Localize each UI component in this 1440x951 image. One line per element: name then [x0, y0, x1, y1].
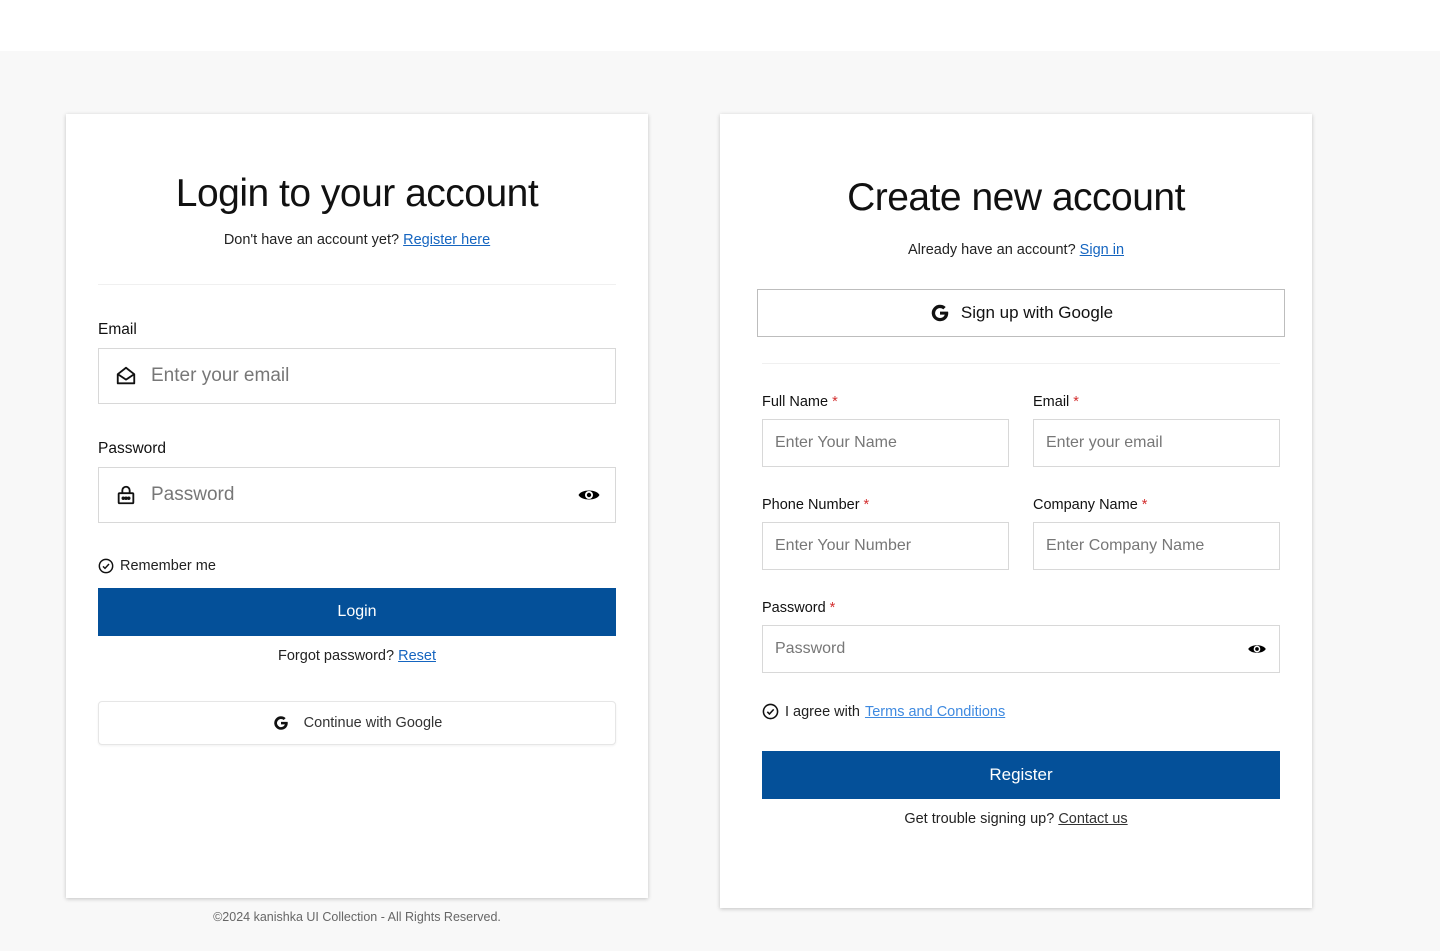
register-email-input[interactable] — [1046, 420, 1279, 466]
required-marker: * — [829, 600, 836, 616]
company-name-field[interactable] — [1033, 522, 1280, 570]
trouble-row: Get trouble signing up? Contact us — [720, 811, 1312, 827]
login-email-field[interactable] — [98, 348, 616, 404]
register-title: Create new account — [847, 176, 1185, 219]
full-name-label-text: Full Name — [762, 394, 829, 410]
register-button[interactable]: Register — [762, 751, 1280, 799]
remember-me-checkbox[interactable]: Remember me — [98, 558, 216, 574]
login-card: Login to your account Don't have an acco… — [66, 114, 648, 898]
check-circle-icon — [762, 703, 779, 720]
terms-link[interactable]: Terms and Conditions — [865, 704, 1005, 720]
contact-us-link[interactable]: Contact us — [1058, 811, 1127, 827]
register-password-label-text: Password — [762, 600, 826, 616]
register-subtitle: Already have an account? Sign in — [720, 242, 1312, 258]
sign-up-with-google-button[interactable]: Sign up with Google — [757, 289, 1285, 337]
company-name-input[interactable] — [1046, 523, 1279, 569]
register-card: Create new account Already have an accou… — [720, 114, 1312, 908]
sign-up-with-google-label: Sign up with Google — [960, 303, 1114, 322]
full-name-field[interactable] — [762, 419, 1009, 467]
lock-icon — [115, 484, 137, 506]
login-email-input[interactable] — [137, 349, 615, 403]
full-name-label: Full Name * — [762, 394, 838, 410]
required-marker: * — [863, 497, 870, 513]
login-password-label: Password — [98, 440, 167, 457]
full-name-input[interactable] — [775, 420, 1008, 466]
forgot-password-row: Forgot password? Reset — [66, 648, 648, 664]
forgot-password-text: Forgot password? — [278, 648, 395, 664]
required-marker: * — [1141, 497, 1148, 513]
register-email-field[interactable] — [1033, 419, 1280, 467]
phone-number-label: Phone Number * — [762, 497, 869, 513]
login-email-label: Email — [98, 321, 137, 338]
register-email-label: Email * — [1033, 394, 1079, 410]
eye-icon[interactable] — [1247, 639, 1267, 659]
login-divider — [98, 284, 616, 285]
login-subtitle: Don't have an account yet? Register here — [66, 232, 648, 248]
phone-number-input[interactable] — [775, 523, 1008, 569]
login-password-field[interactable] — [98, 467, 616, 523]
register-here-link[interactable]: Register here — [403, 232, 490, 248]
company-name-label: Company Name * — [1033, 497, 1147, 513]
login-button[interactable]: Login — [98, 588, 616, 636]
login-title: Login to your account — [175, 172, 539, 215]
trouble-text: Get trouble signing up? — [904, 811, 1055, 827]
mail-open-icon — [115, 365, 137, 387]
register-divider — [762, 363, 1280, 364]
footer-copyright: ©2024 kanishka UI Collection - All Right… — [213, 910, 501, 924]
register-password-field[interactable] — [762, 625, 1280, 673]
register-password-input[interactable] — [775, 626, 1247, 672]
top-bar — [0, 0, 1440, 51]
required-marker: * — [832, 394, 838, 410]
register-subtitle-text: Already have an account? — [907, 242, 1076, 258]
phone-number-field[interactable] — [762, 522, 1009, 570]
eye-icon[interactable] — [577, 483, 601, 507]
google-icon — [929, 302, 951, 324]
login-password-input[interactable] — [137, 468, 577, 522]
google-icon — [272, 714, 290, 732]
remember-me-label: Remember me — [120, 558, 216, 574]
required-marker: * — [1073, 394, 1079, 410]
reset-link[interactable]: Reset — [398, 648, 436, 664]
company-name-label-text: Company Name — [1033, 497, 1138, 513]
terms-checkbox[interactable]: I agree with Terms and Conditions — [762, 703, 1005, 720]
register-email-label-text: Email — [1033, 394, 1070, 410]
agree-text: I agree with — [785, 703, 860, 720]
register-password-label: Password * — [762, 600, 835, 616]
phone-number-label-text: Phone Number — [762, 497, 860, 513]
continue-with-google-label: Continue with Google — [303, 715, 443, 731]
continue-with-google-button[interactable]: Continue with Google — [98, 701, 616, 745]
check-circle-icon — [98, 558, 114, 574]
sign-in-link[interactable]: Sign in — [1080, 242, 1124, 258]
login-subtitle-text: Don't have an account yet? — [223, 232, 400, 248]
